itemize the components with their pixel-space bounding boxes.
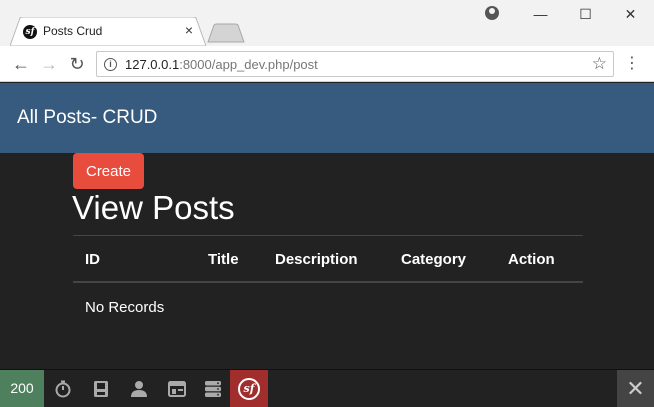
column-header-action: Action (508, 251, 555, 268)
main-content: Create View Posts ID Title Description C… (0, 153, 654, 369)
symfony-logo-text: sf (238, 377, 260, 400)
user-icon[interactable] (121, 370, 157, 407)
symfony-logo-icon[interactable]: sf (230, 370, 268, 407)
site-navbar: All Posts- CRUD (0, 83, 654, 153)
browser-titlebar: sf Posts Crud × — ☐ ✕ (0, 0, 654, 46)
forward-arrow-icon[interactable]: → (37, 52, 61, 76)
column-header-title: Title (208, 251, 239, 268)
database-icon[interactable] (195, 370, 231, 407)
timer-icon[interactable] (45, 370, 81, 407)
browser-menu-icon[interactable]: ⋮ (624, 52, 640, 76)
status-code-badge[interactable]: 200 (0, 370, 44, 407)
new-tab-button[interactable] (207, 23, 245, 43)
close-window-button[interactable]: ✕ (608, 0, 653, 28)
navbar-brand[interactable]: All Posts- CRUD (17, 107, 157, 129)
debug-toolbar-close-icon[interactable]: ✕ (617, 370, 654, 407)
tab-title: Posts Crud (43, 24, 103, 38)
info-icon[interactable]: i (104, 58, 117, 71)
page-title: View Posts (72, 189, 235, 226)
profile-icon[interactable] (485, 6, 499, 20)
browser-tab[interactable]: sf Posts Crud × (10, 17, 206, 46)
back-arrow-icon[interactable]: ← (9, 52, 33, 76)
browser-toolbar: ← → ↻ i 127.0.0.1:8000/app_dev.php/post … (0, 46, 654, 82)
symfony-debug-toolbar: 200 sf ✕ (0, 369, 654, 407)
tab-close-icon[interactable]: × (182, 22, 196, 38)
maximize-button[interactable]: ☐ (563, 0, 608, 28)
tab-shape (10, 17, 206, 46)
url-host: 127.0.0.1 (125, 57, 180, 72)
url-text[interactable]: 127.0.0.1:8000/app_dev.php/post (125, 57, 318, 72)
column-header-category: Category (401, 251, 467, 268)
table-header-row: ID Title Description Category Action (73, 235, 583, 283)
bookmark-star-icon[interactable]: ☆ (592, 54, 607, 74)
empty-table-message: No Records (85, 299, 165, 316)
column-header-id: ID (85, 251, 100, 268)
layout-icon[interactable] (159, 370, 195, 407)
reload-icon[interactable]: ↻ (65, 52, 89, 76)
memory-icon[interactable] (83, 370, 119, 407)
create-button[interactable]: Create (73, 153, 144, 189)
column-header-description: Description (275, 251, 358, 268)
address-bar[interactable]: i 127.0.0.1:8000/app_dev.php/post ☆ (96, 51, 614, 77)
posts-table: ID Title Description Category Action No … (73, 235, 583, 316)
minimize-button[interactable]: — (518, 0, 563, 28)
symfony-favicon-icon: sf (23, 25, 37, 39)
url-path: :8000/app_dev.php/post (179, 57, 318, 72)
